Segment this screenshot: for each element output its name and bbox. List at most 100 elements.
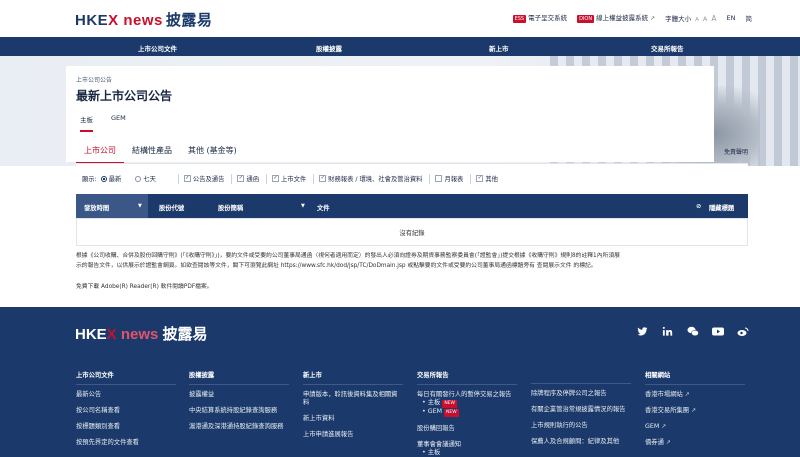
footer-link-hkex-group[interactable]: 香港交易所集團 ↗ [645, 407, 745, 415]
filter-listing-docs[interactable]: ✓ 上市文件 [271, 174, 306, 183]
footer-link-bond-connect[interactable]: 債券通 ↗ [645, 439, 745, 447]
dion-link[interactable]: DION 線上權益披露系統 ↗ [577, 12, 655, 23]
top-links: ESS 電子呈交系統 DION 線上權益披露系統 ↗ 字體大小 A A A EN 简 [512, 12, 753, 23]
footer-link[interactable]: 保薦人及合規顧問：紀律及其他 [531, 438, 631, 446]
adobe-reader-note[interactable]: 免費下載 Adobe(R) Reader(R) 軟件閱讀PDF檔案。 [76, 281, 213, 290]
checkbox-unchecked-icon [435, 175, 443, 182]
col-document[interactable]: 文件 [317, 203, 330, 212]
weibo-icon[interactable] [737, 326, 749, 337]
dion-tag: DION [577, 15, 595, 23]
footer-sublink-gem[interactable]: • GEM NEW [422, 408, 517, 417]
footer-link[interactable]: 除牌程序及停牌公司之報告 [531, 390, 631, 398]
footer-link[interactable]: 披露權益 [189, 391, 289, 399]
checkbox-checked-icon: ✓ [476, 175, 484, 182]
note-line-2[interactable]: 示的報告文件，以供展示於證監會網頁。如欲查閱該等文件，閣下可瀏覽此網址 http… [76, 261, 756, 271]
filter-announcements[interactable]: ✓ 公告及通告 [183, 174, 225, 183]
disclaimer-link[interactable]: 免責聲明 [724, 147, 748, 156]
col-stock-short-name[interactable]: 股份簡稱 [218, 203, 243, 212]
footer-link[interactable]: 最新公告 [76, 391, 176, 399]
footer-heading: 新上市 [303, 370, 403, 385]
nav-listed-company-docs[interactable]: 上市公司文件 [138, 43, 177, 53]
footer-link[interactable]: 董事會會議通知 [417, 441, 517, 449]
ess-link[interactable]: ESS 電子呈交系統 [512, 12, 567, 23]
external-link-icon: ↗ [684, 391, 690, 398]
filter-circulars[interactable]: ✓ 通函 [237, 174, 259, 183]
tab-structured-products[interactable]: 結構性產品 [124, 140, 180, 164]
filter-label: 其他 [485, 176, 498, 183]
external-link-icon: ↗ [691, 407, 697, 414]
linkedin-icon[interactable] [662, 326, 673, 337]
top-header: HKEX news 披露易 ESS 電子呈交系統 DION 線上權益披露系統 ↗ 字體大… [0, 0, 800, 37]
filter-label: 公告及通告 [192, 176, 225, 183]
footer-link[interactable]: 按預先界定的文件查看 [76, 439, 176, 447]
twitter-icon[interactable] [637, 326, 648, 337]
dion-label: 線上權益披露系統 [596, 14, 649, 22]
footer-col-exchange-reports: 交易所報告 每日有關發行人的暫停交易之報告 • 主板 NEW • GEM NEW 股… [417, 370, 517, 457]
checkbox-checked-icon: ✓ [183, 175, 191, 182]
hide-headline-toggle[interactable]: 隱藏標題 [709, 203, 734, 212]
lang-en-link[interactable]: EN [727, 14, 736, 22]
tab-main-board[interactable]: 主板 [80, 114, 93, 132]
logo-hke-text: HKE [75, 12, 109, 29]
tab-listed-companies[interactable]: 上市公司 [76, 140, 124, 164]
filter-financial-statements[interactable]: ✓ 財務報表 / 環境、社會及管治資料 [319, 174, 422, 183]
font-size-medium[interactable]: A [703, 15, 707, 23]
footer-heading: 相關網站 [645, 370, 745, 385]
filter-monthly-returns[interactable]: 月報表 [435, 174, 463, 183]
footer-link[interactable]: 每日有關發行人的暫停交易之報告 [417, 391, 517, 399]
footer-heading-spacer [531, 370, 631, 384]
font-size-small[interactable]: A [695, 17, 699, 23]
filter-label: 月報表 [444, 176, 464, 183]
footer-logo[interactable]: HKEX news 披露易 [75, 323, 208, 344]
footer-link[interactable]: 有關企業管治常規披露情況的報告 [531, 406, 631, 414]
checkbox-checked-icon: ✓ [319, 175, 327, 182]
breadcrumb[interactable]: 上市公司公告 [76, 75, 112, 84]
hkex-news-logo[interactable]: HKEX news 披露易 [75, 9, 212, 30]
footer-link[interactable]: 中央結算系統持股紀錄查詢服務 [189, 407, 289, 415]
no-records-message: 沒有紀錄 [76, 218, 748, 246]
display-label: 顯示: [82, 176, 97, 183]
footer-link-gem[interactable]: GEM ↗ [645, 423, 745, 431]
filter-others[interactable]: ✓ 其他 [476, 174, 498, 183]
external-link-icon: ↗ [665, 439, 671, 446]
footer-link[interactable]: 滬港通及深港通持股紀錄查詢服務 [189, 423, 289, 431]
footer-link[interactable]: 新上市資料 [303, 415, 403, 423]
sort-icon: ▼ [301, 203, 305, 209]
footer-link-hk-market[interactable]: 香港市場網站 ↗ [645, 391, 745, 399]
nav-disclosure-of-interests[interactable]: 股權披露 [316, 43, 342, 53]
external-link-icon: ↗ [661, 423, 667, 430]
footer-col-exchange-reports-2: 除牌程序及停牌公司之報告 有關企業管治常規披露情況的報告 上市規則執行的公告 保… [531, 370, 631, 454]
col-release-time[interactable]: 發放時間 [84, 203, 109, 212]
font-size-large[interactable]: A [711, 14, 716, 23]
wechat-icon[interactable] [687, 326, 699, 337]
footer-link[interactable]: 按標題類別查看 [76, 423, 176, 431]
footer-sublink-main-2[interactable]: • 主板 [422, 449, 517, 457]
tab-others[interactable]: 其他 (基金等) [180, 140, 245, 164]
page-title: 最新上市公司公告 [76, 89, 173, 103]
col-stock-code[interactable]: 股份代號 [159, 203, 184, 212]
footer-link-label: 香港交易所集團 [645, 407, 690, 414]
nav-new-listings[interactable]: 新上市 [489, 43, 509, 53]
footer-link-label: 債券通 [645, 439, 664, 446]
youtube-icon[interactable] [712, 326, 724, 337]
new-badge: NEW [444, 409, 459, 417]
checkbox-checked-icon: ✓ [271, 175, 279, 182]
lang-sc-link[interactable]: 简 [746, 13, 753, 23]
eye-slash-icon[interactable]: ⊘ [696, 203, 701, 210]
footer-link[interactable]: 股份購回報告 [417, 425, 517, 433]
logo-news-text: news [120, 326, 159, 343]
radio-latest[interactable] [100, 175, 107, 182]
logo-x-text: X [108, 12, 119, 29]
main-nav: 上市公司文件 股權披露 新上市 交易所報告 [0, 37, 800, 56]
footer-link[interactable]: 上市規則執行的公告 [531, 422, 631, 430]
radio-seven-days[interactable] [135, 175, 142, 182]
footer-sublink-main[interactable]: • 主板 NEW [422, 399, 517, 408]
footer-link[interactable]: 按公司名稱查看 [76, 407, 176, 415]
nav-exchange-reports[interactable]: 交易所報告 [651, 43, 684, 53]
new-badge: NEW [442, 400, 457, 408]
footer-link[interactable]: 申請版本，聆訊後資料集及相關資料 [303, 391, 398, 407]
footer-link[interactable]: 上市申請進展報告 [303, 431, 403, 439]
footer-heading: 交易所報告 [417, 370, 517, 385]
footer-sublink-label: 主板 [427, 449, 441, 456]
tab-gem[interactable]: GEM [111, 114, 126, 132]
